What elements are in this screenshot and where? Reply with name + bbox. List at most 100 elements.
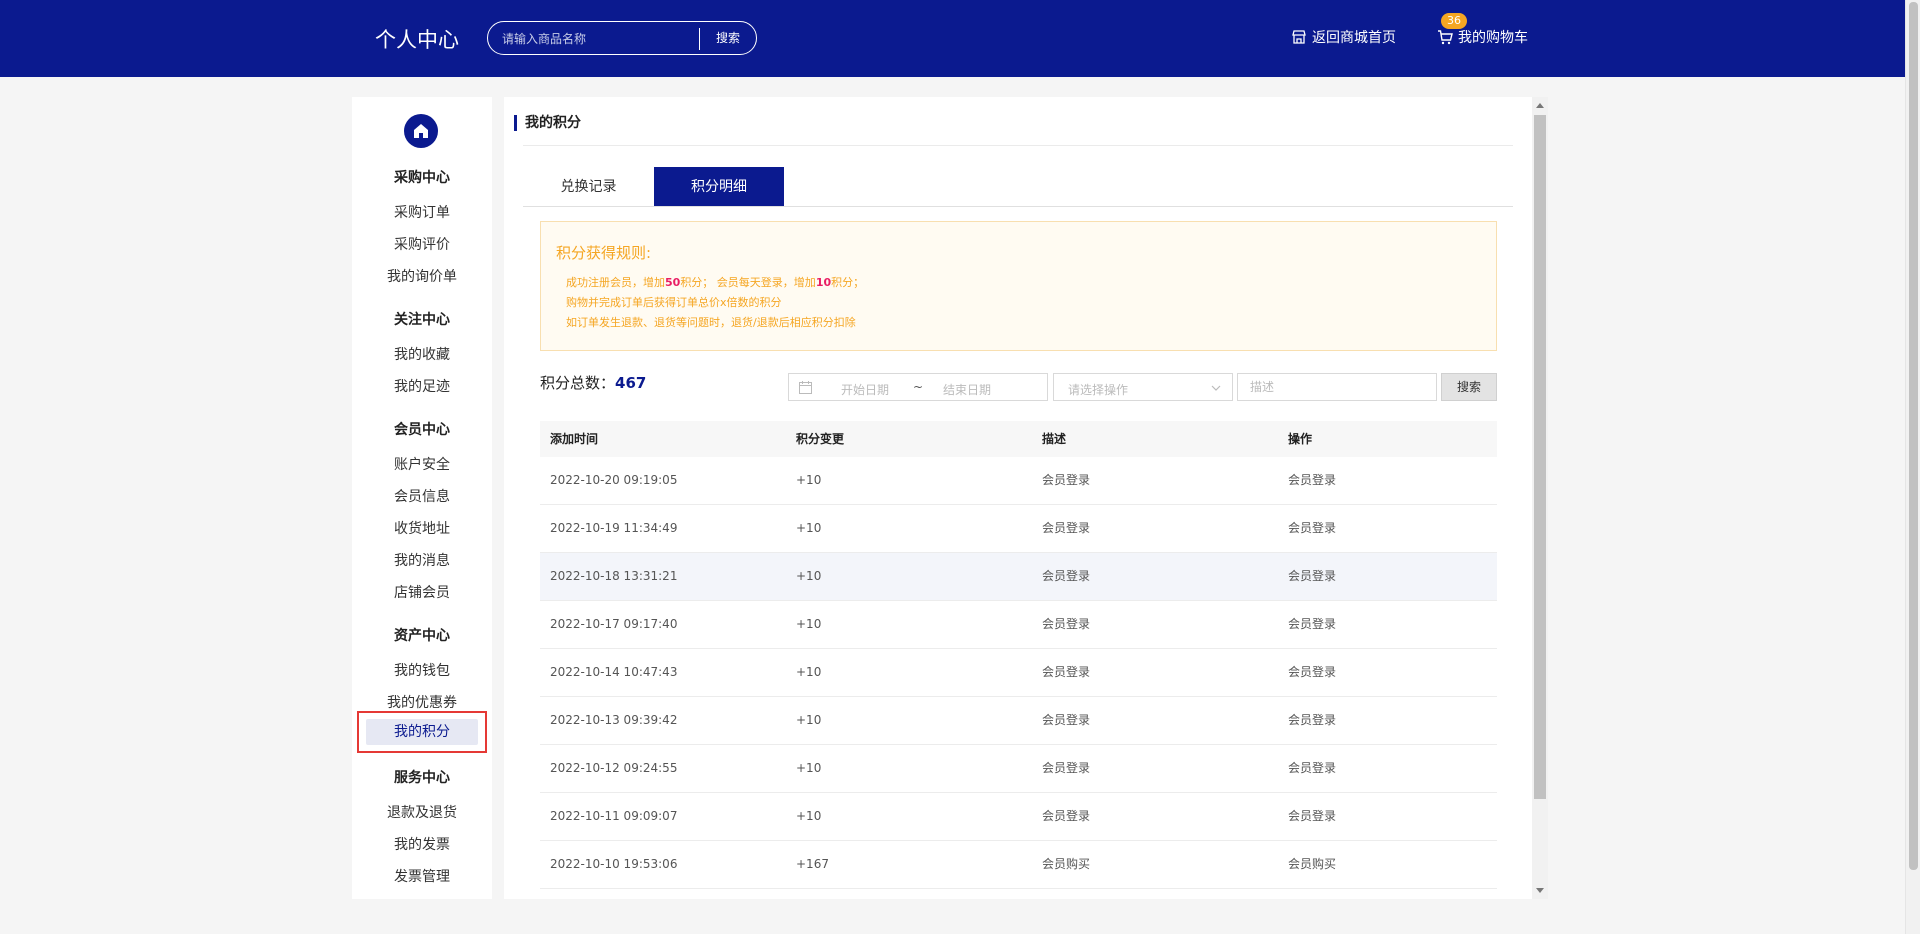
nav-item-refunds[interactable]: 退款及退货: [352, 802, 492, 822]
cell-operation: 会员登录: [1288, 617, 1337, 631]
nav-group-purchase: 采购中心: [394, 170, 450, 186]
cell-points: +10: [796, 713, 822, 727]
cell-time: 2022-10-14 10:47:43: [550, 665, 678, 679]
nav-group-assets: 资产中心: [394, 628, 450, 644]
table-row: 2022-10-20 09:19:05 +10 会员登录 会员登录: [540, 457, 1497, 505]
nav-item-points[interactable]: 我的积分: [366, 719, 478, 745]
main-panel: 我的积分 兑换记录 积分明细 积分获得规则: 成功注册会员，增加50积分； 会员…: [504, 97, 1548, 899]
cell-description: 会员登录: [1042, 665, 1091, 679]
nav-item-inquiries[interactable]: 我的询价单: [352, 266, 492, 286]
nav-group-service: 服务中心: [394, 770, 450, 786]
points-total-label: 积分总数：: [540, 374, 616, 392]
cell-operation: 会员登录: [1288, 713, 1337, 727]
cell-points: +10: [796, 521, 822, 535]
rules-line-1-c: 积分； 会员每天登录，增加: [680, 276, 816, 289]
date-separator: ~: [913, 380, 924, 394]
tab-divider: [523, 206, 1513, 207]
tab-points-details[interactable]: 积分明细: [654, 167, 784, 207]
return-home-label: 返回商城首页: [1312, 30, 1396, 46]
cell-description: 会员登录: [1042, 521, 1091, 535]
rules-line-2: 购物并完成订单后获得订单总价x倍数的积分: [566, 296, 782, 309]
cell-description: 会员登录: [1042, 761, 1091, 775]
scroll-up-arrow-icon[interactable]: [1536, 103, 1544, 108]
rules-line-3: 如订单发生退款、退货等问题时，退货/退款后相应积分扣除: [566, 316, 856, 329]
end-date-input[interactable]: 结束日期: [943, 381, 991, 398]
content-scrollbar[interactable]: [1532, 97, 1548, 899]
table-row: 2022-10-17 09:17:40 +10 会员登录 会员登录: [540, 601, 1497, 649]
top-header: 个人中心 搜索 返回商城首页 我的购物车 36: [0, 0, 1905, 77]
nav-item-messages[interactable]: 我的消息: [352, 550, 492, 570]
nav-item-purchase-orders[interactable]: 采购订单: [352, 202, 492, 222]
nav-group-member: 会员中心: [394, 422, 450, 438]
search-input[interactable]: [502, 30, 692, 48]
cell-time: 2022-10-19 11:34:49: [550, 521, 678, 535]
description-input[interactable]: [1237, 373, 1437, 401]
table-row: 2022-10-18 13:31:21 +10 会员登录 会员登录: [540, 553, 1497, 601]
date-range-picker[interactable]: 开始日期 ~ 结束日期: [788, 373, 1048, 401]
brand-title: 个人中心: [375, 28, 459, 52]
cell-description: 会员登录: [1042, 713, 1091, 727]
cell-description: 会员登录: [1042, 809, 1091, 823]
points-total: 积分总数：467: [540, 372, 646, 393]
home-icon[interactable]: [404, 114, 438, 148]
scroll-down-arrow-icon[interactable]: [1536, 888, 1544, 893]
title-divider: [523, 145, 1513, 146]
cell-time: 2022-10-13 09:39:42: [550, 713, 678, 727]
cart-count-badge: 36: [1441, 13, 1467, 29]
cell-time: 2022-10-20 09:19:05: [550, 473, 678, 487]
nav-item-member-info[interactable]: 会员信息: [352, 486, 492, 506]
rules-line-1-a: 成功注册会员，增加: [566, 276, 665, 289]
cell-time: 2022-10-18 13:31:21: [550, 569, 678, 583]
table-row: 2022-10-14 10:47:43 +10 会员登录 会员登录: [540, 649, 1497, 697]
nav-item-wallet[interactable]: 我的钱包: [352, 660, 492, 680]
nav-item-purchase-reviews[interactable]: 采购评价: [352, 234, 492, 254]
content-scrollbar-thumb[interactable]: [1534, 115, 1546, 799]
points-total-value: 467: [615, 374, 647, 392]
cell-operation: 会员登录: [1288, 473, 1337, 487]
cell-points: +10: [796, 665, 822, 679]
cell-operation: 会员登录: [1288, 569, 1337, 583]
rules-line-1-e: 积分；: [831, 276, 865, 289]
cell-operation: 会员登录: [1288, 521, 1337, 535]
rules-register-points: 50: [665, 276, 681, 289]
nav-item-footprints[interactable]: 我的足迹: [352, 376, 492, 396]
points-rules-box: 积分获得规则: 成功注册会员，增加50积分； 会员每天登录，增加10积分； 购物…: [540, 221, 1497, 351]
rules-login-points: 10: [815, 276, 832, 289]
nav-group-follow: 关注中心: [394, 312, 450, 328]
tab-exchange-records[interactable]: 兑换记录: [523, 167, 654, 207]
cell-operation: 会员登录: [1288, 809, 1337, 823]
start-date-input[interactable]: 开始日期: [841, 381, 889, 398]
operation-select-placeholder: 请选择操作: [1068, 383, 1129, 397]
cell-time: 2022-10-11 09:09:07: [550, 809, 678, 823]
cell-operation: 会员登录: [1288, 761, 1337, 775]
table-row: 2022-10-13 09:39:42 +10 会员登录 会员登录: [540, 697, 1497, 745]
page-title: 我的积分: [514, 115, 581, 131]
search-button[interactable]: 搜索: [700, 22, 756, 54]
cell-time: 2022-10-12 09:24:55: [550, 761, 678, 775]
nav-item-invoices[interactable]: 我的发票: [352, 834, 492, 854]
table-row: 2022-10-12 09:24:55 +10 会员登录 会员登录: [540, 745, 1497, 793]
cell-points: +10: [796, 569, 822, 583]
nav-item-account-security[interactable]: 账户安全: [352, 454, 492, 474]
header-time: 添加时间: [550, 432, 599, 446]
nav-item-addresses[interactable]: 收货地址: [352, 518, 492, 538]
nav-item-invoice-management[interactable]: 发票管理: [352, 866, 492, 886]
nav-item-favorites[interactable]: 我的收藏: [352, 344, 492, 364]
cell-points: +10: [796, 473, 822, 487]
filter-search-button[interactable]: 搜索: [1441, 373, 1497, 401]
cell-time: 2022-10-10 19:53:06: [550, 857, 678, 871]
operation-select[interactable]: 请选择操作: [1053, 373, 1233, 401]
nav-item-store-membership[interactable]: 店铺会员: [352, 582, 492, 602]
return-home-link[interactable]: 返回商城首页: [1291, 27, 1396, 47]
page-scrollbar-thumb[interactable]: [1909, 2, 1918, 870]
rules-title: 积分获得规则:: [556, 244, 652, 262]
cart-link[interactable]: 我的购物车: [1437, 27, 1528, 47]
cell-description: 会员登录: [1042, 569, 1091, 583]
nav-item-coupons[interactable]: 我的优惠券: [352, 692, 492, 712]
header-operation: 操作: [1288, 432, 1313, 446]
page-scrollbar[interactable]: [1905, 0, 1920, 934]
cell-description: 会员购买: [1042, 857, 1091, 871]
header-points-change: 积分变更: [796, 432, 845, 446]
cell-points: +10: [796, 761, 822, 775]
sidebar: 采购中心 采购订单 采购评价 我的询价单 关注中心 我的收藏 我的足迹 会员中心…: [352, 97, 492, 899]
